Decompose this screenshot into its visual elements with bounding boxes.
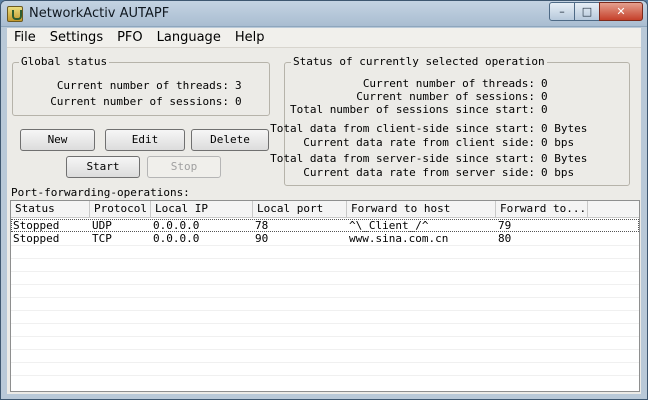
cell-forward-host: ^\_Client_/^ xyxy=(349,219,429,232)
global-threads-label: Current number of threads: xyxy=(56,79,229,92)
cell-local-port: 78 xyxy=(255,219,269,232)
minimize-button[interactable]: – xyxy=(549,2,575,21)
sel-client-rate-label: Current data rate from client side: xyxy=(303,136,535,149)
grid-line xyxy=(11,323,639,324)
grid-line xyxy=(11,271,639,272)
sel-server-total-label: Total data from server-side since start: xyxy=(270,152,535,165)
cell-local-ip: 0.0.0.0 xyxy=(153,232,200,245)
client-area: File Settings PFO Language Help Global s… xyxy=(7,28,641,394)
operations-list-header: Status Protocol Local IP Local port Forw… xyxy=(11,201,639,218)
sel-total-sessions-label: Total number of sessions since start: xyxy=(289,103,535,116)
sel-client-total-label: Total data from client-side since start: xyxy=(270,122,535,135)
sel-sessions-label: Current number of sessions: xyxy=(356,90,535,103)
table-row[interactable]: Stopped UDP 0.0.0.0 78 ^\_Client_/^ 79 xyxy=(11,219,639,232)
cell-protocol: TCP xyxy=(92,232,112,245)
global-threads-value: 3 xyxy=(235,79,242,92)
sel-client-rate-value: 0 bps xyxy=(541,136,575,149)
sel-total-sessions-value: 0 xyxy=(541,103,548,116)
menu-help[interactable]: Help xyxy=(228,28,272,48)
grid-line xyxy=(11,375,639,376)
app-window: NetworkActiv AUTAPF – □ ✕ File Settings … xyxy=(0,0,648,400)
grid-line xyxy=(11,258,639,259)
grid-line xyxy=(11,349,639,350)
sel-server-rate-label: Current data rate from server side: xyxy=(303,166,535,179)
new-button[interactable]: New xyxy=(20,129,95,151)
sel-threads-label: Current number of threads: xyxy=(362,77,535,90)
edit-button[interactable]: Edit xyxy=(105,129,185,151)
sel-server-rate-value: 0 bps xyxy=(541,166,575,179)
menu-file[interactable]: File xyxy=(7,28,43,48)
sel-sessions-value: 0 xyxy=(541,90,548,103)
sel-threads-value: 0 xyxy=(541,77,548,90)
app-icon xyxy=(7,6,23,22)
maximize-button[interactable]: □ xyxy=(574,2,600,21)
menu-language[interactable]: Language xyxy=(150,28,228,48)
cell-local-port: 90 xyxy=(255,232,269,245)
column-status[interactable]: Status xyxy=(11,201,90,218)
title-bar[interactable]: NetworkActiv AUTAPF – □ ✕ xyxy=(1,1,647,27)
menu-pfo[interactable]: PFO xyxy=(110,28,150,48)
menu-settings[interactable]: Settings xyxy=(43,28,110,48)
cell-forward-port: 79 xyxy=(498,219,512,232)
grid-line xyxy=(11,284,639,285)
column-protocol[interactable]: Protocol xyxy=(90,201,151,218)
column-local-ip[interactable]: Local IP xyxy=(151,201,253,218)
menu-bar: File Settings PFO Language Help xyxy=(7,28,641,48)
delete-button[interactable]: Delete xyxy=(191,129,269,151)
cell-forward-host: www.sina.com.cn xyxy=(349,232,449,245)
grid-line xyxy=(11,297,639,298)
selected-status-title: Status of currently selected operation xyxy=(291,55,547,68)
cell-local-ip: 0.0.0.0 xyxy=(153,219,200,232)
column-forward-host[interactable]: Forward to host xyxy=(347,201,496,218)
operations-label: Port-forwarding-operations: xyxy=(11,186,190,199)
grid-line xyxy=(11,362,639,363)
cell-protocol: UDP xyxy=(92,219,112,232)
cell-status: Stopped xyxy=(13,219,60,232)
cell-status: Stopped xyxy=(13,232,60,245)
grid-line xyxy=(11,245,639,246)
window-title: NetworkActiv AUTAPF xyxy=(29,6,170,21)
global-status-group: Global status Current number of threads:… xyxy=(12,55,270,116)
global-sessions-label: Current number of sessions: xyxy=(50,95,229,108)
sel-client-total-value: 0 Bytes xyxy=(541,122,588,135)
start-button[interactable]: Start xyxy=(66,156,140,178)
grid-line xyxy=(11,310,639,311)
stop-button[interactable]: Stop xyxy=(147,156,221,178)
column-forward-port[interactable]: Forward to... xyxy=(496,201,588,218)
cell-forward-port: 80 xyxy=(498,232,512,245)
table-row[interactable]: Stopped TCP 0.0.0.0 90 www.sina.com.cn 8… xyxy=(11,232,639,245)
grid-line xyxy=(11,336,639,337)
operations-list[interactable]: Status Protocol Local IP Local port Forw… xyxy=(10,200,640,392)
selected-status-group: Status of currently selected operation C… xyxy=(270,55,630,186)
global-sessions-value: 0 xyxy=(235,95,242,108)
sel-server-total-value: 0 Bytes xyxy=(541,152,588,165)
global-status-title: Global status xyxy=(19,55,110,68)
close-button[interactable]: ✕ xyxy=(599,2,643,21)
column-local-port[interactable]: Local port xyxy=(253,201,347,218)
